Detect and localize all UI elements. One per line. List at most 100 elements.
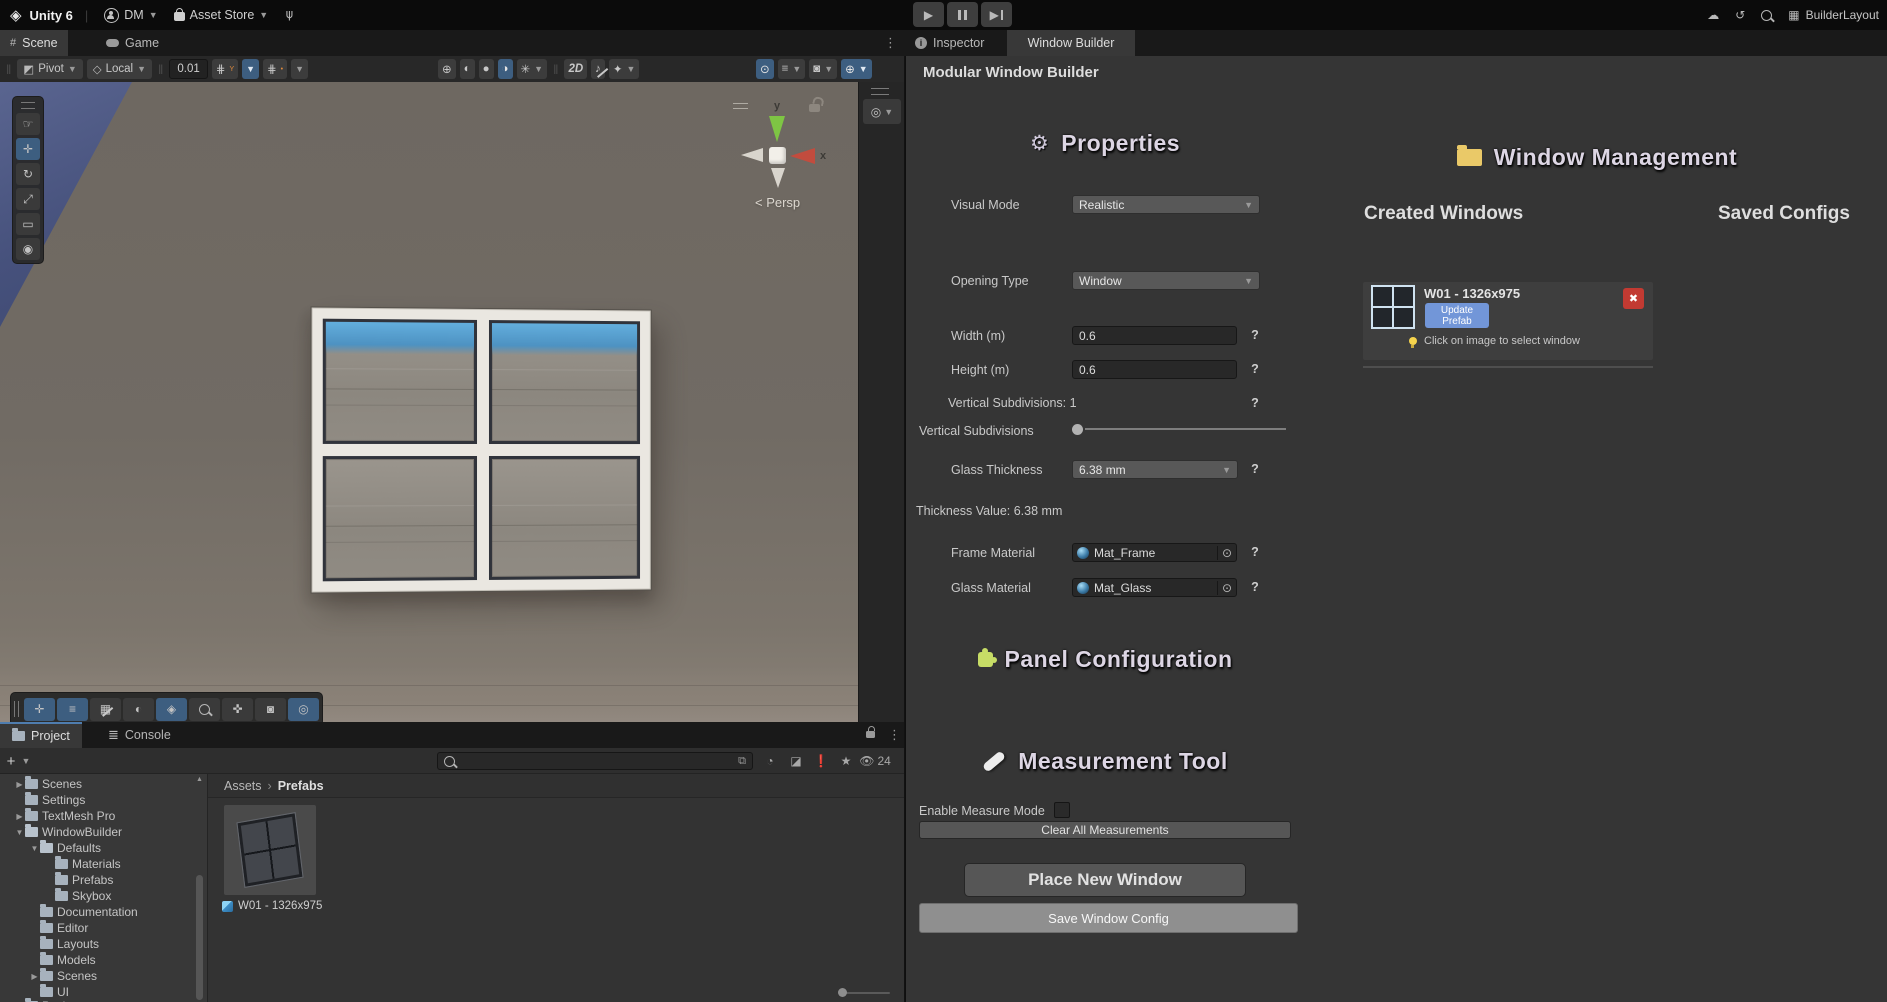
tree-item[interactable]: Settings: [25, 792, 85, 808]
grid-snap-dropdown[interactable]: ▼: [242, 59, 260, 79]
pivot-dropdown[interactable]: ◩ Pivot ▼: [17, 59, 83, 79]
expand-arrow-icon[interactable]: ▶: [29, 972, 40, 981]
tree-item[interactable]: Models: [40, 952, 96, 968]
scene-panel-menu-icon[interactable]: ⋮: [884, 35, 897, 51]
collapse-arrow-icon[interactable]: ▼: [29, 844, 40, 853]
search-icon[interactable]: [1761, 9, 1773, 21]
scrollbar-thumb[interactable]: [196, 875, 203, 1000]
tree-item[interactable]: ▶ TextMesh Pro: [14, 808, 115, 824]
draw-mode-button[interactable]: ⊕: [438, 59, 456, 79]
opening-type-dropdown[interactable]: Window ▼: [1072, 271, 1260, 290]
favorites-button[interactable]: ★: [836, 752, 856, 770]
tab-inspector[interactable]: i Inspector: [905, 30, 994, 56]
object-picker-icon[interactable]: ⊙: [1216, 545, 1232, 560]
step-button[interactable]: ▶: [981, 2, 1012, 27]
project-search-input[interactable]: ⧉: [437, 752, 753, 770]
pause-button[interactable]: [947, 2, 978, 27]
scene-visibility-button[interactable]: ⊙: [756, 59, 774, 79]
frame-material-help-button[interactable]: ?: [1248, 545, 1262, 559]
tree-item[interactable]: Materials: [55, 856, 121, 872]
subdivisions-slider-knob[interactable]: [1072, 424, 1083, 435]
scene-camera-settings-dropdown[interactable]: ⊕ ▼: [841, 59, 872, 79]
visual-mode-dropdown[interactable]: Realistic ▼: [1072, 195, 1260, 214]
neg-x-axis-cone[interactable]: [741, 148, 763, 162]
frame-material-field[interactable]: Mat_Frame ⊙: [1072, 543, 1237, 562]
tree-item[interactable]: ▶Packages: [14, 998, 95, 1002]
camera-dropdown[interactable]: ◙ ▼: [809, 59, 838, 79]
overlay-drag-handle[interactable]: [871, 88, 889, 95]
increment-snap-dropdown[interactable]: ▼: [291, 59, 309, 79]
height-field[interactable]: 0.6: [1072, 360, 1237, 379]
rect-tool-button[interactable]: ▭: [16, 213, 40, 235]
filter-by-type-button[interactable]: ◔: [760, 752, 780, 770]
tree-item[interactable]: Layouts: [40, 936, 99, 952]
project-panel-menu-icon[interactable]: ⋮: [888, 727, 901, 743]
perspective-label[interactable]: < Persp: [755, 195, 800, 210]
y-axis-cone[interactable]: [769, 116, 785, 142]
height-help-button[interactable]: ?: [1248, 362, 1262, 376]
prefab-asset-thumbnail[interactable]: [224, 805, 316, 895]
tree-item[interactable]: Skybox: [55, 888, 111, 904]
overlay-drag-handle[interactable]: [14, 701, 19, 717]
grid-visibility-button[interactable]: ▦: [90, 697, 121, 721]
search-scene-button[interactable]: [189, 697, 220, 721]
2d-toggle-button[interactable]: 2D: [564, 59, 588, 79]
visibility-count[interactable]: 👁 24: [858, 752, 892, 770]
scene-viewport[interactable]: ☞ ✛ ↻ ⤢ ▭ ◉ ✛ ≡ ▦ ◐ ◈ ✜ ◙ ◎ ◎ ▼ y x < Pe…: [0, 82, 905, 722]
thumbnail-zoom-slider[interactable]: [838, 988, 890, 997]
scroll-up-icon[interactable]: ▲: [196, 776, 203, 783]
overlay-drag-handle[interactable]: [21, 102, 35, 109]
prefab-asset-item[interactable]: W01 - 1326x975: [222, 900, 322, 912]
center-view-button[interactable]: ✜: [222, 697, 253, 721]
transform-tool-button[interactable]: ◉: [16, 238, 40, 260]
save-window-config-button[interactable]: Save Window Config: [919, 903, 1298, 933]
tree-item[interactable]: ▼ WindowBuilder: [14, 824, 122, 840]
tab-game[interactable]: Game: [96, 30, 169, 56]
lock-icon[interactable]: [866, 726, 875, 738]
window-3d-model[interactable]: [310, 306, 652, 594]
view-tool-button[interactable]: ☞: [16, 113, 40, 135]
zoom-slider-knob[interactable]: [838, 988, 847, 997]
place-new-window-button[interactable]: Place New Window: [964, 863, 1246, 897]
create-asset-dropdown[interactable]: ▼: [20, 752, 32, 770]
handle-rotation-dropdown[interactable]: ◇ Local ▼: [86, 59, 153, 79]
hidden-packages-button[interactable]: ❗: [811, 752, 831, 770]
lighting-toggle-button[interactable]: ◐: [459, 59, 475, 79]
glass-material-help-button[interactable]: ?: [1248, 580, 1262, 594]
overlay-drag-handle[interactable]: [733, 103, 748, 109]
tree-item[interactable]: Documentation: [40, 904, 138, 920]
glass-thickness-dropdown[interactable]: 6.38 mm ▼: [1072, 460, 1238, 479]
tab-console[interactable]: ≣ Console: [96, 722, 183, 748]
scale-tool-button[interactable]: ⤢: [16, 188, 40, 210]
width-field[interactable]: 0.6: [1072, 326, 1237, 345]
tree-item[interactable]: Prefabs: [55, 872, 113, 888]
glass-thickness-help-button[interactable]: ?: [1248, 462, 1262, 476]
tree-item[interactable]: ▼ Defaults: [29, 840, 101, 856]
camera-preview-button[interactable]: ◙: [255, 697, 286, 721]
expand-arrow-icon[interactable]: ▶: [14, 812, 25, 821]
gizmos-button[interactable]: ◈: [156, 697, 187, 721]
rotation-unlocked-icon[interactable]: [809, 104, 820, 112]
account-menu[interactable]: DM ▼: [100, 7, 161, 23]
tool-settings-button[interactable]: ≡: [57, 697, 88, 721]
play-button[interactable]: ▶: [913, 2, 944, 27]
enable-measure-checkbox[interactable]: [1054, 802, 1070, 818]
layers-dropdown[interactable]: ≡ ▼: [777, 59, 806, 79]
create-asset-button[interactable]: +: [4, 752, 18, 770]
breadcrumb-root[interactable]: Assets: [224, 779, 262, 793]
move-tool-button[interactable]: ✛: [16, 138, 40, 160]
tree-item[interactable]: ▶ Scenes: [29, 968, 97, 984]
clear-measurements-button[interactable]: Clear All Measurements: [919, 821, 1291, 839]
filter-by-label-button[interactable]: ◪: [786, 752, 806, 770]
asset-store-menu[interactable]: Asset Store ▼: [170, 8, 273, 22]
update-prefab-button[interactable]: Update Prefab: [1425, 303, 1489, 328]
subdivisions-help-button[interactable]: ?: [1248, 396, 1262, 410]
tab-scene[interactable]: # Scene: [0, 30, 68, 56]
navigation-compass-button[interactable]: ◎: [288, 697, 319, 721]
render-mode-button[interactable]: ◐: [123, 697, 154, 721]
tree-scrollbar[interactable]: ▲: [195, 776, 204, 1000]
glass-material-field[interactable]: Mat_Glass ⊙: [1072, 578, 1237, 597]
orientation-overlay-dropdown[interactable]: ◎ ▼: [863, 99, 901, 124]
rotate-tool-button[interactable]: ↻: [16, 163, 40, 185]
move-overlay-button[interactable]: ✛: [24, 697, 55, 721]
